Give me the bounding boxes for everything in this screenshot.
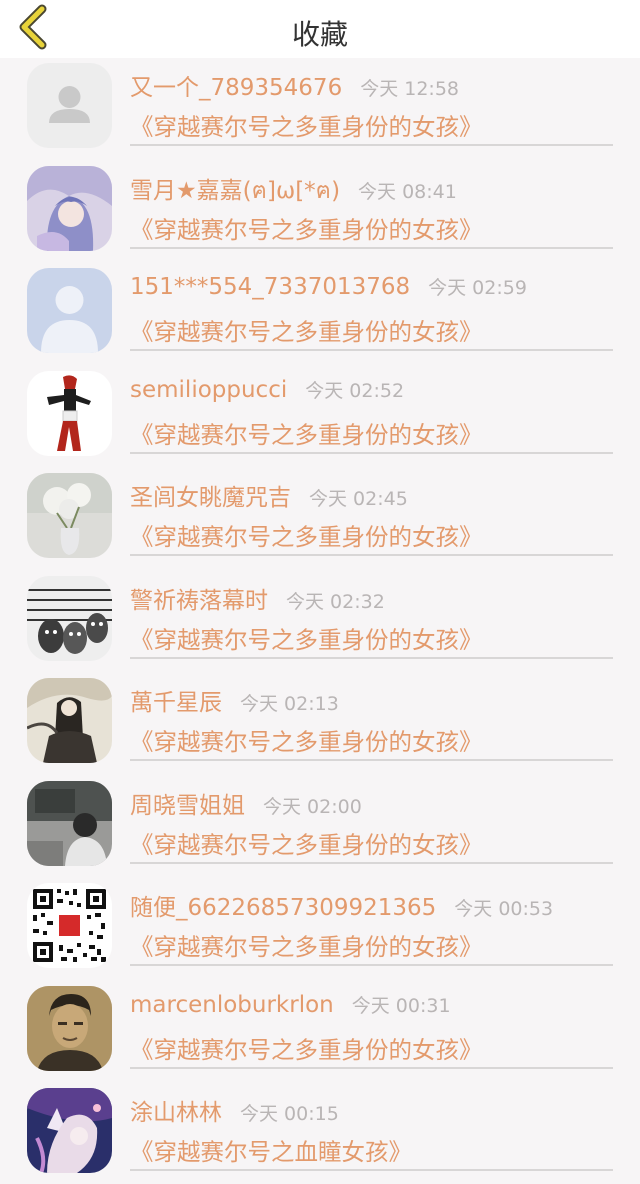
flower-vase-avatar-image — [27, 473, 112, 558]
list-item[interactable]: 雪月★嘉嘉(ฅ]ω[*ฅ) 今天 08:41 《穿越赛尔号之多重身份的女孩》 — [0, 161, 640, 264]
timestamp: 今天 02:52 — [305, 379, 405, 402]
username[interactable]: 周晓雪姐姐 — [130, 786, 245, 820]
divider — [130, 246, 613, 249]
timestamp: 今天 08:41 — [358, 180, 457, 203]
username[interactable]: 雪月★嘉嘉(ฅ]ω[*ฅ) — [130, 171, 340, 209]
divider — [130, 861, 613, 864]
timestamp: 今天 02:45 — [309, 488, 408, 510]
divider — [130, 1066, 613, 1069]
timestamp: 今天 02:59 — [428, 277, 527, 299]
list-item[interactable]: semilioppucci 今天 02:52 《穿越赛尔号之多重身份的女孩》 — [0, 366, 640, 469]
book-title[interactable]: 《穿越赛尔号之多重身份的女孩》 — [130, 518, 483, 552]
list-item[interactable]: 随便_66226857309921365 今天 00:53 《穿越赛尔号之多重身… — [0, 878, 640, 981]
timestamp: 今天 02:00 — [263, 795, 362, 818]
avatar[interactable] — [27, 985, 112, 1071]
list-item[interactable]: 圣闾女眺魔咒吉 今天 02:45 《穿越赛尔号之多重身份的女孩》 — [0, 468, 640, 571]
classroom-photo-avatar-image — [27, 780, 112, 866]
book-title[interactable]: 《穿越赛尔号之多重身份的女孩》 — [130, 723, 483, 757]
book-title[interactable]: 《穿越赛尔号之多重身份的女孩》 — [130, 211, 483, 245]
default-avatar-icon — [27, 63, 112, 148]
list-item[interactable]: 又一个_789354676 今天 12:58 《穿越赛尔号之多重身份的女孩》 — [0, 58, 640, 161]
avatar[interactable] — [27, 63, 112, 148]
divider — [130, 144, 613, 146]
ink-painting-avatar-image — [27, 678, 112, 763]
avatar[interactable] — [27, 165, 112, 251]
avatar[interactable] — [27, 575, 112, 661]
list-item[interactable]: 涂山林林 今天 00:15 《穿越赛尔号之血瞳女孩》 — [0, 1083, 640, 1184]
list-item[interactable]: 萬千星辰 今天 02:13 《穿越赛尔号之多重身份的女孩》 — [0, 673, 640, 776]
avatar[interactable] — [27, 1088, 112, 1173]
qr-code-avatar-image — [27, 883, 112, 968]
list-item[interactable]: 周晓雪姐姐 今天 02:00 《穿越赛尔号之多重身份的女孩》 — [0, 776, 640, 879]
book-title[interactable]: 《穿越赛尔号之血瞳女孩》 — [130, 1133, 412, 1167]
avatar[interactable] — [27, 370, 112, 456]
divider — [130, 349, 613, 351]
book-title[interactable]: 《穿越赛尔号之多重身份的女孩》 — [130, 416, 483, 450]
avatar[interactable] — [27, 678, 112, 763]
book-title[interactable]: 《穿越赛尔号之多重身份的女孩》 — [130, 826, 483, 860]
anime-girl-avatar-image — [27, 165, 112, 251]
username[interactable]: semilioppucci — [130, 377, 287, 403]
list-item[interactable]: 151***554_7337013768 今天 02:59 《穿越赛尔号之多重身… — [0, 263, 640, 366]
timestamp: 今天 00:15 — [240, 1103, 339, 1125]
divider — [130, 451, 613, 454]
username[interactable]: 警祈祷落幕时 — [130, 581, 268, 615]
fighter-character-avatar-image — [27, 370, 112, 456]
list-item[interactable]: 警祈祷落幕时 今天 02:32 《穿越赛尔号之多重身份的女孩》 — [0, 571, 640, 674]
fantasy-fox-avatar-image — [27, 1088, 112, 1173]
man-portrait-avatar-image — [27, 985, 112, 1071]
username[interactable]: 随便_66226857309921365 — [130, 888, 436, 922]
username[interactable]: 圣闾女眺魔咒吉 — [130, 478, 291, 512]
book-title[interactable]: 《穿越赛尔号之多重身份的女孩》 — [130, 928, 483, 962]
avatar[interactable] — [27, 473, 112, 558]
favorites-list: 又一个_789354676 今天 12:58 《穿越赛尔号之多重身份的女孩》 雪… — [0, 58, 640, 1184]
timestamp: 今天 12:58 — [360, 78, 459, 100]
username[interactable]: 涂山林林 — [130, 1093, 222, 1127]
username[interactable]: marcenloburkrlon — [130, 992, 334, 1018]
timestamp: 今天 02:13 — [240, 693, 339, 715]
divider — [130, 554, 613, 556]
avatar[interactable] — [27, 780, 112, 866]
page-title: 收藏 — [291, 18, 348, 51]
timestamp: 今天 00:31 — [351, 994, 451, 1017]
default-avatar-icon — [27, 268, 112, 353]
book-title[interactable]: 《穿越赛尔号之多重身份的女孩》 — [130, 108, 483, 142]
divider — [130, 759, 613, 761]
username[interactable]: 151***554_7337013768 — [130, 274, 410, 300]
book-title[interactable]: 《穿越赛尔号之多重身份的女孩》 — [130, 1031, 483, 1065]
book-title[interactable]: 《穿越赛尔号之多重身份的女孩》 — [130, 621, 483, 655]
egg-faces-avatar-image — [27, 575, 112, 661]
divider — [130, 1169, 613, 1171]
nav-bar: 收藏 — [0, 0, 640, 58]
list-item[interactable]: marcenloburkrlon 今天 00:31 《穿越赛尔号之多重身份的女孩… — [0, 981, 640, 1084]
username[interactable]: 萬千星辰 — [130, 683, 222, 717]
username[interactable]: 又一个_789354676 — [130, 68, 342, 102]
book-title[interactable]: 《穿越赛尔号之多重身份的女孩》 — [130, 313, 483, 347]
divider — [130, 964, 613, 966]
divider — [130, 656, 613, 659]
avatar[interactable] — [27, 268, 112, 353]
avatar[interactable] — [27, 883, 112, 968]
timestamp: 今天 00:53 — [454, 898, 554, 920]
timestamp: 今天 02:32 — [286, 590, 385, 613]
